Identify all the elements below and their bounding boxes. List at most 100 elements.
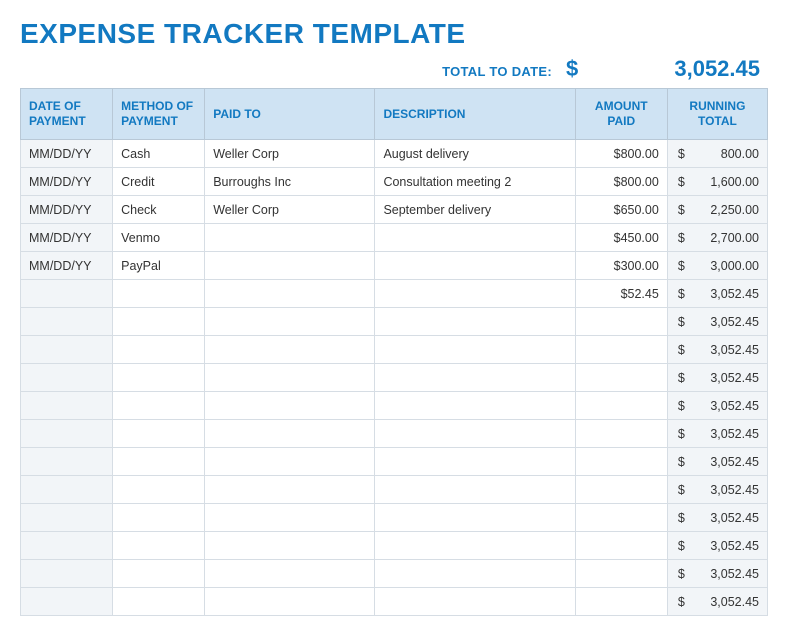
cell-description[interactable] xyxy=(375,224,575,252)
cell-running-total: $3,052.45 xyxy=(667,364,767,392)
cell-date[interactable] xyxy=(21,420,113,448)
cell-date[interactable] xyxy=(21,560,113,588)
cell-paid-to[interactable] xyxy=(205,420,375,448)
cell-method[interactable] xyxy=(113,420,205,448)
cell-amount[interactable] xyxy=(575,476,667,504)
cell-paid-to[interactable] xyxy=(205,532,375,560)
cell-date[interactable] xyxy=(21,476,113,504)
cell-date[interactable]: MM/DD/YY xyxy=(21,196,113,224)
cell-method[interactable] xyxy=(113,336,205,364)
cell-description[interactable] xyxy=(375,532,575,560)
currency-symbol: $ xyxy=(676,343,685,357)
cell-method[interactable] xyxy=(113,504,205,532)
cell-description[interactable] xyxy=(375,252,575,280)
total-summary: TOTAL TO DATE: $ 3,052.45 xyxy=(20,56,768,82)
cell-description[interactable] xyxy=(375,392,575,420)
cell-method[interactable] xyxy=(113,532,205,560)
cell-amount[interactable] xyxy=(575,532,667,560)
cell-description[interactable] xyxy=(375,336,575,364)
header-amount: AMOUNT PAID xyxy=(575,89,667,140)
cell-amount[interactable] xyxy=(575,588,667,616)
cell-paid-to[interactable] xyxy=(205,448,375,476)
cell-amount[interactable]: $650.00 xyxy=(575,196,667,224)
currency-symbol: $ xyxy=(676,539,685,553)
currency-symbol: $ xyxy=(676,427,685,441)
cell-method[interactable] xyxy=(113,560,205,588)
cell-date[interactable] xyxy=(21,364,113,392)
cell-method[interactable] xyxy=(113,280,205,308)
cell-paid-to[interactable] xyxy=(205,364,375,392)
cell-method[interactable]: Check xyxy=(113,196,205,224)
cell-amount[interactable] xyxy=(575,336,667,364)
cell-date[interactable]: MM/DD/YY xyxy=(21,140,113,168)
cell-paid-to[interactable] xyxy=(205,392,375,420)
cell-paid-to[interactable] xyxy=(205,476,375,504)
running-value: 3,052.45 xyxy=(710,371,759,385)
cell-amount[interactable]: $300.00 xyxy=(575,252,667,280)
cell-method[interactable] xyxy=(113,476,205,504)
cell-description[interactable] xyxy=(375,588,575,616)
cell-description[interactable] xyxy=(375,476,575,504)
cell-date[interactable] xyxy=(21,504,113,532)
cell-paid-to[interactable] xyxy=(205,504,375,532)
cell-running-total: $800.00 xyxy=(667,140,767,168)
cell-method[interactable] xyxy=(113,392,205,420)
cell-amount[interactable] xyxy=(575,560,667,588)
cell-method[interactable] xyxy=(113,448,205,476)
cell-description[interactable] xyxy=(375,560,575,588)
cell-paid-to[interactable] xyxy=(205,308,375,336)
cell-description[interactable] xyxy=(375,448,575,476)
cell-amount[interactable]: $800.00 xyxy=(575,140,667,168)
cell-amount[interactable]: $52.45 xyxy=(575,280,667,308)
cell-date[interactable]: MM/DD/YY xyxy=(21,252,113,280)
cell-amount[interactable] xyxy=(575,504,667,532)
cell-amount[interactable] xyxy=(575,448,667,476)
cell-method[interactable] xyxy=(113,588,205,616)
cell-description[interactable] xyxy=(375,280,575,308)
cell-amount[interactable]: $800.00 xyxy=(575,168,667,196)
cell-paid-to[interactable]: Weller Corp xyxy=(205,196,375,224)
table-row: $3,052.45 xyxy=(21,476,768,504)
cell-method[interactable]: Venmo xyxy=(113,224,205,252)
cell-date[interactable] xyxy=(21,532,113,560)
cell-description[interactable]: Consultation meeting 2 xyxy=(375,168,575,196)
cell-description[interactable] xyxy=(375,504,575,532)
running-value: 3,000.00 xyxy=(710,259,759,273)
cell-date[interactable] xyxy=(21,588,113,616)
cell-paid-to[interactable] xyxy=(205,252,375,280)
cell-amount[interactable] xyxy=(575,392,667,420)
table-row: $3,052.45 xyxy=(21,560,768,588)
cell-paid-to[interactable] xyxy=(205,224,375,252)
cell-paid-to[interactable]: Weller Corp xyxy=(205,140,375,168)
cell-date[interactable] xyxy=(21,280,113,308)
cell-date[interactable]: MM/DD/YY xyxy=(21,224,113,252)
cell-amount[interactable]: $450.00 xyxy=(575,224,667,252)
cell-description[interactable] xyxy=(375,420,575,448)
cell-date[interactable] xyxy=(21,336,113,364)
cell-paid-to[interactable] xyxy=(205,336,375,364)
cell-date[interactable] xyxy=(21,448,113,476)
cell-method[interactable] xyxy=(113,308,205,336)
cell-description[interactable] xyxy=(375,364,575,392)
cell-paid-to[interactable] xyxy=(205,560,375,588)
cell-amount[interactable] xyxy=(575,420,667,448)
cell-paid-to[interactable]: Burroughs Inc xyxy=(205,168,375,196)
cell-description[interactable]: August delivery xyxy=(375,140,575,168)
cell-paid-to[interactable] xyxy=(205,280,375,308)
cell-running-total: $3,052.45 xyxy=(667,420,767,448)
cell-method[interactable] xyxy=(113,364,205,392)
cell-date[interactable]: MM/DD/YY xyxy=(21,168,113,196)
cell-description[interactable]: September delivery xyxy=(375,196,575,224)
cell-date[interactable] xyxy=(21,392,113,420)
cell-method[interactable]: Cash xyxy=(113,140,205,168)
cell-method[interactable]: PayPal xyxy=(113,252,205,280)
cell-date[interactable] xyxy=(21,308,113,336)
running-value: 3,052.45 xyxy=(710,343,759,357)
cell-amount[interactable] xyxy=(575,364,667,392)
currency-symbol: $ xyxy=(676,315,685,329)
cell-method[interactable]: Credit xyxy=(113,168,205,196)
cell-amount[interactable] xyxy=(575,308,667,336)
cell-running-total: $1,600.00 xyxy=(667,168,767,196)
cell-description[interactable] xyxy=(375,308,575,336)
cell-paid-to[interactable] xyxy=(205,588,375,616)
